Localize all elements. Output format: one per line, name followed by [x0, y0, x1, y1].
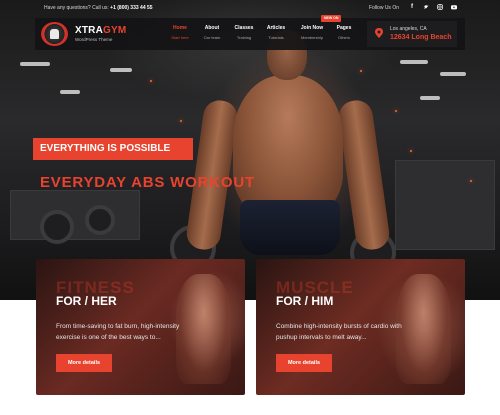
follow-label: Follow Us On: [368, 5, 399, 11]
nav-item-sublabel: Our team: [203, 35, 221, 40]
nav-item-label: Pages: [336, 25, 352, 31]
main-navbar: XTRAGYM WordPress Theme Home Start here …: [35, 15, 465, 50]
weight-plate: [40, 210, 74, 244]
logo-icon[interactable]: [41, 22, 68, 46]
more-details-button[interactable]: More details: [56, 354, 112, 372]
ceiling-light: [110, 68, 132, 72]
new-badge: NEW ON: [321, 15, 342, 22]
card-description: Combine high-intensity bursts of cardio …: [276, 323, 402, 341]
athlete-torso: [233, 75, 343, 215]
location-address: 12634 Long Beach: [390, 34, 452, 41]
top-info-bar: Have any questions? Call us: +1 (800) 33…: [35, 0, 465, 18]
nav-item-articles[interactable]: Articles Tutorials: [264, 25, 288, 40]
ember-spark: [395, 110, 397, 112]
athlete-arm: [336, 98, 392, 252]
logo-tagline: WordPress Theme: [75, 37, 113, 42]
nav-item-sublabel: Start here: [171, 35, 189, 40]
logo-wordmark[interactable]: XTRAGYM: [75, 25, 126, 36]
ceiling-light: [60, 90, 80, 94]
location-box[interactable]: Los angeles, CA 12634 Long Beach: [367, 21, 457, 47]
gym-machine: [395, 160, 495, 250]
card-muscle-for-him: MUSCLE FOR / HIM Combine high-intensity …: [256, 259, 465, 395]
nav-item-sublabel: Others: [337, 35, 350, 40]
twitter-icon[interactable]: [423, 4, 429, 12]
ember-spark: [150, 80, 152, 82]
card-title: FOR / HIM: [276, 294, 334, 308]
dumbbell-rack: [10, 190, 140, 240]
hero-athlete-image: [184, 30, 392, 290]
weight-plate: [85, 205, 115, 235]
location-city: Los angeles, CA: [390, 26, 427, 32]
card-title: FOR / HER: [56, 294, 117, 308]
nav-item-label: Articles: [266, 25, 286, 31]
youtube-icon[interactable]: [451, 4, 457, 12]
instagram-icon[interactable]: [437, 4, 443, 12]
nav-item-join-now[interactable]: Join Now Membership: [298, 25, 326, 40]
contact-prefix: Have any questions? Call us:: [44, 5, 109, 11]
nav-item-sublabel: Tutorials: [268, 35, 284, 40]
contact-phone[interactable]: +1 (800) 333 44 55: [110, 5, 152, 11]
ceiling-light: [420, 96, 440, 100]
nav-item-label: Home: [173, 25, 187, 31]
hero-title: EVERYDAY ABS WORKOUT: [40, 174, 255, 191]
nav-item-about[interactable]: About Our team: [201, 25, 223, 40]
more-details-button[interactable]: More details: [276, 354, 332, 372]
athlete-shorts: [240, 200, 340, 255]
nav-item-sublabel: Training: [236, 35, 252, 40]
logo-name-accent: GYM: [103, 25, 127, 36]
nav-item-sublabel: Membership: [300, 35, 323, 40]
nav-item-label: Join Now: [300, 25, 324, 31]
logo-name: XTRA: [75, 25, 104, 36]
nav-item-pages[interactable]: Pages Others: [334, 25, 354, 40]
hero-badge: EVERYTHING IS POSSIBLE: [33, 138, 193, 160]
nav-item-classes[interactable]: Classes Training: [232, 25, 256, 40]
ember-spark: [180, 120, 182, 122]
nav-item-label: About: [204, 25, 220, 31]
facebook-icon[interactable]: f: [411, 4, 413, 10]
ember-spark: [410, 150, 412, 152]
contact-line: Have any questions? Call us: +1 (800) 33…: [44, 5, 153, 11]
card-fitness-for-her: FITNESS FOR / HER From time-saving to fa…: [36, 259, 245, 395]
nav-item-home[interactable]: Home Start here: [169, 25, 191, 40]
ceiling-light: [440, 72, 466, 76]
ceiling-light: [400, 60, 428, 64]
ember-spark: [470, 180, 472, 182]
card-description: From time-saving to fat burn, high-inten…: [56, 323, 180, 341]
location-pin-icon: [375, 28, 383, 38]
nav-item-label: Classes: [234, 25, 254, 31]
ceiling-light: [20, 62, 50, 66]
